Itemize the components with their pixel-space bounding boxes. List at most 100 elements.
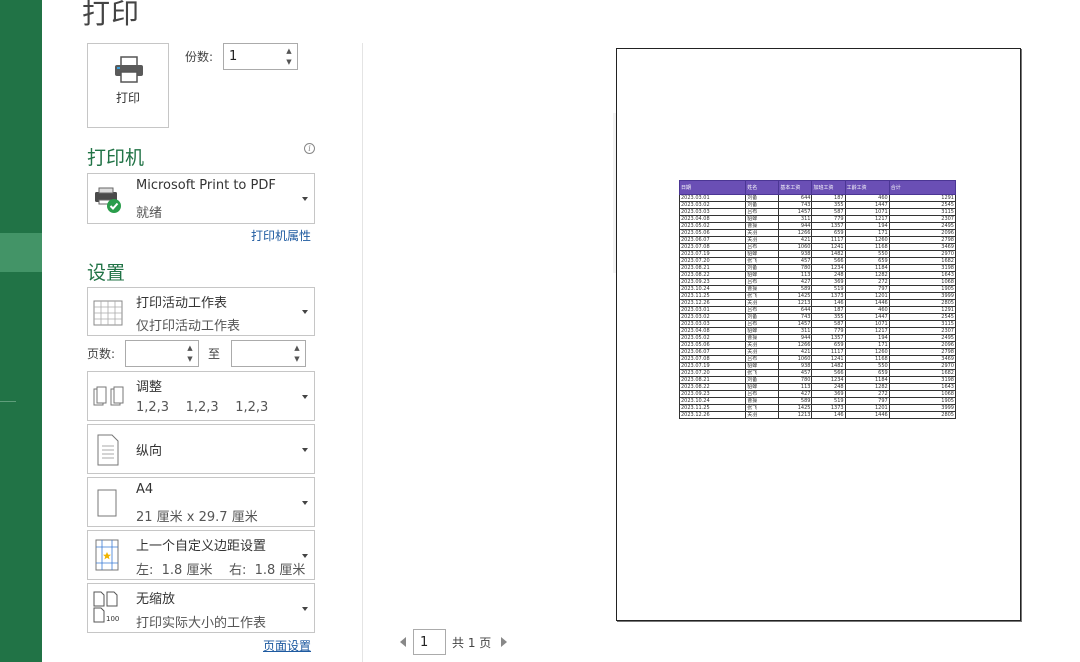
table-row: 2023.05.02 曹操 944 1357 194 2495 xyxy=(678,334,957,342)
table-row: 2023.08.21 刘备 780 1234 1184 3198 xyxy=(678,376,957,384)
table-cell: 146 xyxy=(811,299,846,307)
table-cell: 2023.04.08 xyxy=(678,215,747,223)
table-cell: 关羽 xyxy=(745,341,780,349)
margins-title: 上一个自定义边距设置 xyxy=(136,539,267,554)
table-cell: 587 xyxy=(811,320,846,328)
printer-ready-icon xyxy=(95,187,121,213)
table-cell: 113 xyxy=(778,271,813,279)
copies-down-arrow[interactable]: ▼ xyxy=(284,57,294,67)
table-cell: 关羽 xyxy=(745,236,780,244)
page-title: 打印 xyxy=(82,0,141,30)
table-cell: 张飞 xyxy=(745,257,780,265)
table-cell: 644 xyxy=(778,194,813,202)
copies-up-arrow[interactable]: ▲ xyxy=(284,46,294,56)
printer-dropdown[interactable]: Microsoft Print to PDF 就绪 xyxy=(87,173,315,224)
pages-label: 页数: xyxy=(87,347,116,361)
table-cell: 2023.10.24 xyxy=(678,285,747,293)
table-cell: 2023.05.06 xyxy=(678,341,747,349)
table-row: 2023.03.02 刘备 743 355 1447 2545 xyxy=(678,201,957,209)
table-cell: 吕布 xyxy=(745,320,780,328)
table-row: 2023.06.07 关羽 421 1117 1260 2798 xyxy=(678,236,957,244)
table-cell: 貂蝉 xyxy=(745,215,780,223)
table-cell: 2023.05.06 xyxy=(678,229,747,237)
print-button[interactable]: 打印 xyxy=(87,43,169,128)
scaling-dropdown[interactable]: 100 无缩放 打印实际大小的工作表 xyxy=(87,583,315,633)
table-row: 2023.07.20 张飞 457 566 659 1682 xyxy=(678,369,957,377)
table-cell: 1682 xyxy=(888,257,957,265)
pages-from-down-arrow[interactable]: ▼ xyxy=(185,354,195,364)
table-cell: 248 xyxy=(811,383,846,391)
printer-properties-link[interactable]: 打印机属性 xyxy=(251,227,311,244)
table-cell: 550 xyxy=(844,362,890,370)
table-cell: 2023.09.23 xyxy=(678,278,747,286)
table-cell: 938 xyxy=(778,362,813,370)
worksheet-icon xyxy=(93,300,123,326)
table-cell: 2023.08.21 xyxy=(678,264,747,272)
table-cell: 587 xyxy=(811,208,846,216)
pages-from-input[interactable]: ▲ ▼ xyxy=(125,340,199,367)
page-setup-link[interactable]: 页面设置 xyxy=(263,637,311,654)
table-cell: 2023.03.01 xyxy=(678,306,747,314)
table-cell: 194 xyxy=(844,222,890,230)
print-scope-dropdown[interactable]: 打印活动工作表 仅打印活动工作表 xyxy=(87,287,315,336)
table-cell: 1184 xyxy=(844,376,890,384)
current-page-input[interactable]: 1 xyxy=(413,629,446,655)
table-cell: 1425 xyxy=(778,404,813,412)
next-page-arrow[interactable] xyxy=(501,637,507,647)
margins-dropdown[interactable]: 上一个自定义边距设置 左: 1.8 厘米 右: 1.8 厘米 xyxy=(87,530,315,580)
table-row: 2023.03.01 吕布 644 187 460 1291 xyxy=(678,306,957,314)
table-cell: 2023.11.25 xyxy=(678,404,747,412)
copies-input[interactable]: 1 ▲ ▼ xyxy=(223,43,298,70)
table-cell: 566 xyxy=(811,369,846,377)
settings-heading: 设置 xyxy=(87,262,126,284)
portrait-icon xyxy=(97,434,119,466)
orientation-title: 纵向 xyxy=(136,444,163,459)
table-cell: 780 xyxy=(778,264,813,272)
table-row: 2023.03.03 吕布 1457 587 1071 3115 xyxy=(678,320,957,328)
table-cell: 944 xyxy=(778,334,813,342)
orientation-dropdown[interactable]: 纵向 xyxy=(87,424,315,474)
table-cell: 2023.07.08 xyxy=(678,355,747,363)
table-cell: 2023.07.08 xyxy=(678,243,747,251)
table-cell: 1446 xyxy=(844,299,890,307)
table-cell: 刘备 xyxy=(745,313,780,321)
chevron-down-icon xyxy=(302,501,308,505)
table-cell: 1266 xyxy=(778,341,813,349)
table-cell: 457 xyxy=(778,369,813,377)
pages-to-up-arrow[interactable]: ▲ xyxy=(292,343,302,353)
table-cell: 曹操 xyxy=(745,397,780,405)
printer-heading: 打印机 xyxy=(87,147,145,169)
table-cell: 1213 xyxy=(778,411,813,419)
table-cell: 2023.03.02 xyxy=(678,201,747,209)
table-cell: 311 xyxy=(778,327,813,335)
table-cell: 780 xyxy=(778,376,813,384)
pages-from-up-arrow[interactable]: ▲ xyxy=(185,343,195,353)
collate-desc: 1,2,3 1,2,3 1,2,3 xyxy=(136,400,269,415)
pages-to-down-arrow[interactable]: ▼ xyxy=(292,354,302,364)
table-cell: 1905 xyxy=(888,285,957,293)
table-row: 2023.03.01 刘备 644 187 460 1291 xyxy=(678,194,957,202)
table-cell: 272 xyxy=(844,278,890,286)
paper-size-dropdown[interactable]: A4 21 厘米 x 29.7 厘米 xyxy=(87,477,315,527)
table-cell: 944 xyxy=(778,222,813,230)
table-cell: 187 xyxy=(811,194,846,202)
table-cell: 2023.12.26 xyxy=(678,299,747,307)
collate-dropdown[interactable]: 调整 1,2,3 1,2,3 1,2,3 xyxy=(87,371,315,421)
table-cell: 369 xyxy=(811,278,846,286)
table-cell: 566 xyxy=(811,257,846,265)
sidebar-item-print-selected[interactable] xyxy=(0,233,42,272)
table-row: 2023.12.26 关羽 1213 146 1446 2805 xyxy=(678,411,957,419)
previous-page-arrow[interactable] xyxy=(400,637,406,647)
table-cell: 1184 xyxy=(844,264,890,272)
table-cell: 589 xyxy=(778,285,813,293)
table-cell: 貂蝉 xyxy=(745,327,780,335)
table-cell: 938 xyxy=(778,250,813,258)
pages-to-input[interactable]: ▲ ▼ xyxy=(231,340,306,367)
printer-name: Microsoft Print to PDF xyxy=(136,178,276,193)
table-cell: 427 xyxy=(778,278,813,286)
table-cell: 2023.03.01 xyxy=(678,194,747,202)
table-cell: 吕布 xyxy=(745,390,780,398)
table-cell: 797 xyxy=(844,397,890,405)
table-cell: 1447 xyxy=(844,313,890,321)
info-icon[interactable]: i xyxy=(304,143,315,154)
